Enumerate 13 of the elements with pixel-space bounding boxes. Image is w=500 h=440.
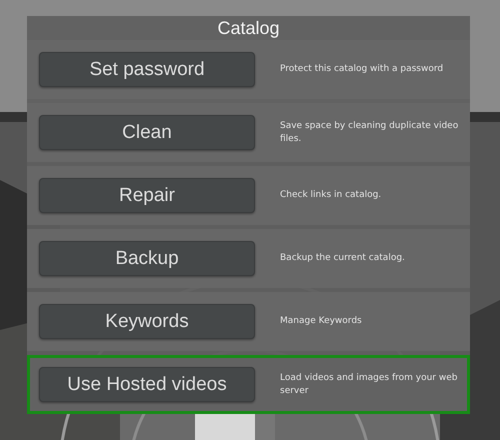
action-button[interactable]: Keywords [39, 304, 255, 339]
option-description: Manage Keywords [280, 315, 363, 328]
action-button[interactable]: Repair [39, 178, 255, 213]
option-description: Save space by cleaning duplicate video files. [280, 120, 460, 146]
option-description: Load videos and images from your web server [280, 372, 458, 398]
dialog-title: Catalog [216, 17, 281, 40]
option-description: Check links in catalog. [280, 189, 382, 202]
action-button[interactable]: Backup [39, 241, 255, 276]
option-description: Backup the current catalog. [280, 252, 406, 265]
action-button[interactable]: Clean [39, 115, 255, 150]
action-button[interactable]: Set password [39, 52, 255, 87]
option-description: Protect this catalog with a password [280, 63, 444, 76]
action-button[interactable]: Use Hosted videos [39, 367, 255, 402]
